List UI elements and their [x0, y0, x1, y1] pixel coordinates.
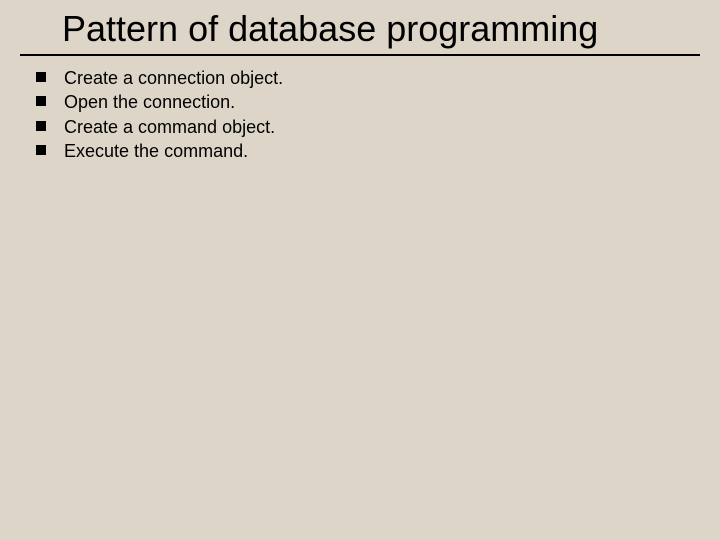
bullet-list: Create a connection object. Open the con… — [0, 56, 720, 163]
list-item: Create a command object. — [36, 115, 720, 139]
list-item: Open the connection. — [36, 90, 720, 114]
bullet-text: Create a connection object. — [64, 66, 283, 90]
bullet-icon — [36, 145, 46, 155]
bullet-icon — [36, 121, 46, 131]
bullet-text: Execute the command. — [64, 139, 248, 163]
list-item: Execute the command. — [36, 139, 720, 163]
list-item: Create a connection object. — [36, 66, 720, 90]
bullet-text: Create a command object. — [64, 115, 275, 139]
bullet-icon — [36, 96, 46, 106]
slide: Pattern of database programming Create a… — [0, 0, 720, 540]
bullet-icon — [36, 72, 46, 82]
bullet-text: Open the connection. — [64, 90, 235, 114]
title-wrapper: Pattern of database programming — [0, 0, 720, 54]
slide-title: Pattern of database programming — [62, 8, 700, 50]
